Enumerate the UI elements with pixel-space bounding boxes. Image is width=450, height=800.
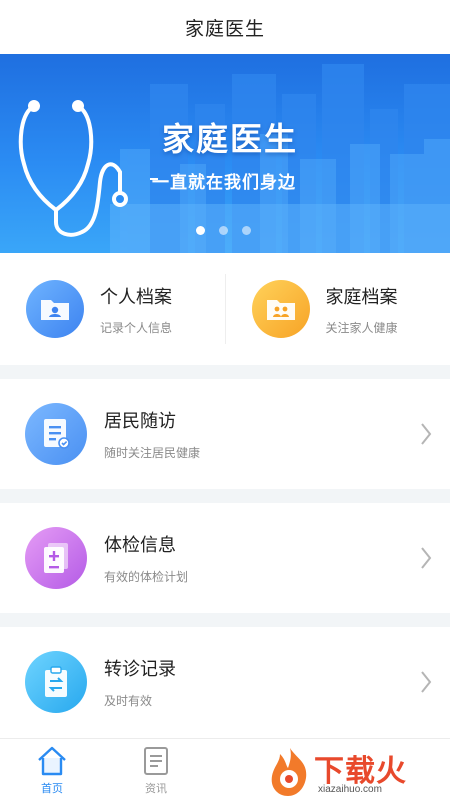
carousel-dot[interactable]	[196, 226, 205, 235]
card-subtitle: 有效的体检计划	[104, 570, 189, 584]
banner-title: 家庭医生	[162, 120, 299, 158]
tab-label: 首页	[41, 782, 63, 795]
referral-clipboard-icon	[25, 651, 87, 713]
section-divider	[0, 613, 450, 627]
record-subtitle: 关注家人健康	[325, 320, 398, 335]
followup-card[interactable]: 居民随访 随时关注居民健康	[0, 379, 450, 489]
app-header: 家庭医生	[0, 0, 450, 54]
card-title: 居民随访	[104, 411, 176, 432]
followup-document-icon	[25, 403, 87, 465]
record-title: 家庭档案	[325, 286, 398, 308]
card-subtitle: 及时有效	[104, 694, 153, 708]
chevron-right-icon	[421, 423, 432, 445]
family-folder-icon	[251, 280, 310, 338]
checkup-card[interactable]: 体检信息 有效的体检计划	[0, 503, 450, 613]
tab-home[interactable]: 首页	[0, 739, 104, 800]
chevron-right-icon	[421, 671, 432, 693]
checkup-document-icon	[25, 527, 87, 589]
carousel-dot[interactable]	[219, 226, 228, 235]
record-subtitle: 记录个人信息	[100, 320, 173, 335]
tab-news[interactable]: 资讯	[104, 739, 208, 800]
promo-banner[interactable]: 家庭医生 一直就在我们身边	[0, 54, 450, 253]
personal-record-entry[interactable]: 个人档案 记录个人信息	[0, 253, 225, 365]
carousel-dot[interactable]	[242, 226, 251, 235]
card-subtitle: 随时关注居民健康	[104, 446, 201, 460]
records-row: 个人档案 记录个人信息 家庭档案 关注家人健康	[0, 253, 450, 365]
section-divider	[0, 489, 450, 503]
flame-logo-icon	[271, 748, 307, 796]
banner-subtitle: 一直就在我们身边	[150, 168, 296, 193]
news-icon	[144, 747, 168, 775]
record-title: 个人档案	[100, 286, 172, 308]
card-title: 体检信息	[104, 535, 176, 556]
home-icon	[38, 746, 66, 776]
person-folder-icon	[26, 280, 84, 338]
carousel-indicator[interactable]	[196, 226, 251, 235]
watermark-url: xiazaihuo.com	[318, 784, 382, 795]
chevron-right-icon	[421, 547, 432, 569]
family-record-entry[interactable]: 家庭档案 关注家人健康	[226, 253, 450, 365]
section-divider	[0, 365, 450, 379]
page-title: 家庭医生	[184, 17, 265, 40]
watermark-logo: 下载火 xiazaihuo.com	[266, 742, 450, 800]
card-title: 转诊记录	[104, 659, 176, 680]
referral-card[interactable]: 转诊记录 及时有效	[0, 627, 450, 737]
tab-label: 资讯	[145, 782, 167, 795]
